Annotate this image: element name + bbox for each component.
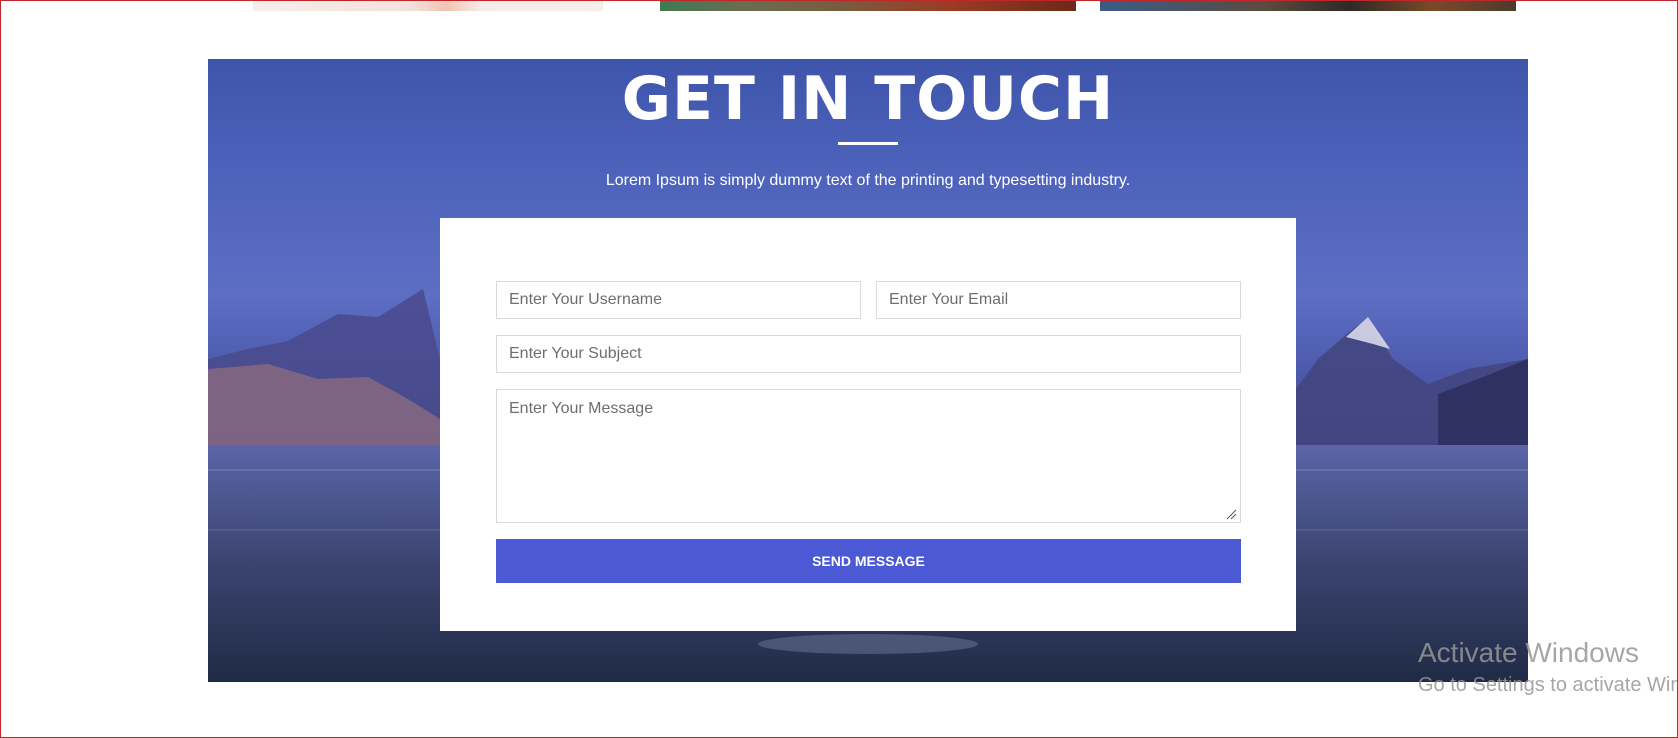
watermark-title: Activate Windows bbox=[1418, 637, 1639, 668]
gallery-image-2[interactable] bbox=[660, 0, 1076, 11]
activate-windows-watermark: Activate Windows Go to Settings to activ… bbox=[1418, 636, 1678, 700]
subject-input[interactable] bbox=[496, 335, 1241, 373]
watermark-subtitle: Go to Settings to activate Windows. bbox=[1418, 674, 1678, 696]
username-input[interactable] bbox=[496, 281, 861, 319]
gallery-image-3[interactable] bbox=[1100, 0, 1516, 11]
contact-form: SEND MESSAGE bbox=[440, 218, 1296, 631]
message-textarea[interactable] bbox=[496, 389, 1241, 523]
title-divider bbox=[838, 142, 898, 145]
section-title: GET IN TOUCH bbox=[621, 64, 1115, 134]
send-message-button[interactable]: SEND MESSAGE bbox=[496, 539, 1241, 583]
email-input[interactable] bbox=[876, 281, 1241, 319]
contact-section: GET IN TOUCH Lorem Ipsum is simply dummy… bbox=[208, 59, 1528, 682]
resize-grip-icon[interactable] bbox=[1225, 508, 1237, 520]
gallery-image-1[interactable] bbox=[253, 0, 603, 11]
section-subtitle: Lorem Ipsum is simply dummy text of the … bbox=[605, 172, 1131, 189]
